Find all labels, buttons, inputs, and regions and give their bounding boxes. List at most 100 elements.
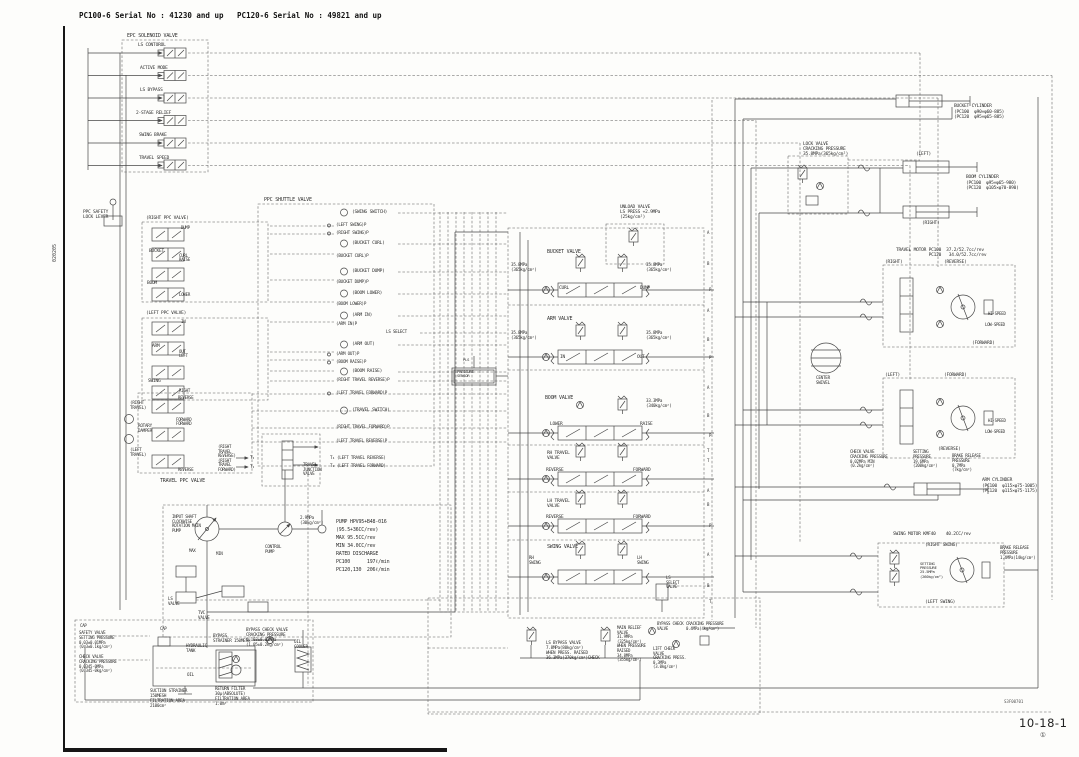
port-t6: T <box>707 459 709 463</box>
label-rotary-damper: ROTARY DAMPER <box>138 424 152 433</box>
hydraulic-schematic-page: PC100-6 Serial No : 41230 and up PC120-6… <box>0 0 1079 757</box>
label-safety-valve: SAFETY VALVE SETTING PRESSURE 0.03±0.01M… <box>79 631 114 650</box>
port-bucket-curl: (BUCKET CURL) <box>352 241 385 246</box>
port-boom-raise-p: (BOOM RAISE)P <box>336 360 366 365</box>
label-motor-brake-release: BRAKE RELEASE PRESSURE 0.7MPa (7kg/cm²) <box>952 454 981 473</box>
label-boom-cyl-right: (RIGHT) <box>922 221 940 226</box>
label-rh-swing: RH SWING <box>529 556 541 565</box>
label-lh-swing: LH SWING <box>637 556 649 565</box>
label-ls-bypass-valve: LS BYPASS VALVE 7.8MPa(80kg/cm²) WHEN PR… <box>546 640 599 660</box>
label-travel-speed-solenoid: TRAVEL SPEED <box>139 156 169 161</box>
dashed-pilot-lines <box>75 40 1052 714</box>
label-control-pump: CONTROL PUMP <box>265 545 281 554</box>
label-ppc-bucket: BUCKET <box>149 249 164 254</box>
label-arm-out: OUT <box>637 355 645 360</box>
label-main-relief-valve: MAIN RELIEF VALVE 31.9MPa (325kg/cm²) WH… <box>617 626 646 663</box>
port-arm-in-p: (ARM IN)P <box>336 322 357 327</box>
port-t5: T <box>707 449 709 453</box>
label-main-pump: INPUT SHAFT CLOCKWISE ROTATION MAIN PUMP <box>172 515 201 533</box>
label-ls-select-valve: LS SELECT VALVE <box>666 576 679 590</box>
label-swing-brake-solenoid: SWING BRAKE <box>139 133 167 138</box>
label-bypass-check-valve: BYPASS CHECK VALVE <box>657 622 684 631</box>
port-travel-switch: (TRAVEL SWITCH) <box>352 408 390 413</box>
label-left-ppc-valve: (LEFT PPC VALVE) <box>146 311 186 316</box>
label-pump-max: MAX <box>189 549 196 553</box>
port-a5: A <box>707 553 709 557</box>
label-travel-motor-right-reverse: (REVERSE) <box>944 260 967 265</box>
label-low-speed-left: LOW-SPEED <box>985 430 1005 434</box>
label-ppc-safety-lock-lever: PPC SAFETY LOCK LEVER <box>83 210 108 220</box>
port-arm-out: (ARM OUT) <box>352 342 375 347</box>
label-travel-junction-valve: TRAVEL JUNCTION VALVE <box>303 463 322 477</box>
label-rh-travel-reverse: REVERSE <box>546 468 564 473</box>
port-b2: B <box>707 338 709 342</box>
label-right-travel: (RIGHT TRAVEL) <box>130 401 146 410</box>
label-pressure-sensor: PRESSURE SENSOR <box>457 370 474 379</box>
label-right-travel-rev-fwd: (RIGHT TRAVEL REVERSE) (RIGHT TRAVEL FOR… <box>218 445 236 473</box>
label-bucket-relief-right: 35.8MPa (365kg/cm²) <box>646 263 672 272</box>
port-boom-raise: (BOOM RAISE) <box>352 369 382 374</box>
label-bypass-strainer: BYPASS STRAINER 150MESH <box>213 633 250 643</box>
label-travel-reverse-bottom: REVERSE <box>178 468 193 472</box>
label-rh-travel-forward: FORWARD <box>633 468 651 473</box>
port-right-travel-forward-p: (RIGHT TRAVEL FORWARD)P <box>336 425 389 430</box>
label-hi-speed-right: HI-SPEED <box>988 312 1006 316</box>
port-p1: P <box>709 288 711 292</box>
port-swing-switch: (SWING SWITCH) <box>352 210 387 215</box>
port-a4: A <box>707 489 709 493</box>
label-ppc-lower: LOWER <box>179 293 190 297</box>
label-left-travel: (LEFT TRAVEL) <box>130 448 146 457</box>
label-motor-check-valve: CHECK VALVE CRACKING PRESSURE 0.02MPa MI… <box>850 450 888 469</box>
label-ls-select: LS SELECT <box>386 330 407 335</box>
port-p2: P <box>709 356 711 360</box>
label-bucket-relief-left: 35.8MPa (365kg/cm²) <box>511 263 537 272</box>
label-ppc-dump: DUMP <box>181 226 190 230</box>
label-lh-travel-forward: FORWARD <box>633 515 651 520</box>
label-boom-valve: BOOM VALVE <box>545 396 573 402</box>
label-2stage-relief-solenoid: 2-STAGE RELIEF <box>136 111 171 116</box>
label-arm-in: IN <box>560 355 565 360</box>
label-lh-travel-reverse: REVERSE <box>546 515 564 520</box>
label-return-filter: RETURN FILTER 30μ(ABSOLUTE) FILTRATION A… <box>215 686 250 706</box>
port-t4-left-travel-reverse: T₄ (LEFT TRAVEL REVERSE) <box>330 456 386 461</box>
port-pls: PLS <box>463 358 469 362</box>
label-low-speed-right: LOW-SPEED <box>985 323 1005 327</box>
label-curl: CURL <box>559 286 569 291</box>
label-swing-valve: SWING VALVE <box>547 545 578 551</box>
port-p4: P <box>709 524 711 528</box>
label-dump: DUMP <box>640 286 650 291</box>
port-a2: A <box>707 309 709 313</box>
label-unload-valve: UNLOAD VALVE LS PRESS +2.9MPa (25kg/cm²) <box>620 205 660 220</box>
serial-number-note: PC100-6 Serial No : 41230 and up PC120-6… <box>79 11 382 20</box>
label-swing-setting-pressure: SETTING PRESSURE 25.5MPa (260kg/cm²) <box>920 562 943 579</box>
label-travel-motor-left-reverse: (REVERSE) <box>938 447 961 452</box>
port-t2: T₂ <box>250 465 254 469</box>
label-ls-bypass-solenoid: LS BYPASS <box>140 88 163 93</box>
label-ppc-boom: BOOM <box>147 281 157 286</box>
port-right-swing: (RIGHT SWING)P <box>336 231 369 236</box>
port-b3: B <box>707 414 709 418</box>
label-right-ppc-valve: (RIGHT PPC VALVE) <box>146 216 189 221</box>
label-cap-left: CAP <box>80 624 87 628</box>
label-arm-cylinder: ARM CYLINDER (PC100 φ115×φ75-1005) (PC12… <box>982 478 1037 495</box>
port-p3: P <box>709 434 711 438</box>
label-boom-cylinder: BOOM CYLINDER (PC100 φ95×φ65-980) (PC120… <box>966 175 1019 192</box>
label-boom-relief: 33.3MPa (340kg/cm²) <box>646 399 672 408</box>
label-travel-motor: TRAVEL MOTOR PC100 37.2/52.7cc/rev PC120… <box>896 248 986 258</box>
label-arm-valve: ARM VALVE <box>547 317 572 323</box>
label-ppc-curl-raise: CURL RAISE <box>179 254 190 263</box>
label-ls-control-solenoid: LS CONTOROL <box>138 43 166 48</box>
label-arm-relief-left: 35.8MPa (365kg/cm²) <box>511 331 537 340</box>
page-circle-index: ① <box>1040 731 1046 739</box>
label-cap-tank: CAP <box>160 627 167 631</box>
label-ppc-arm: ARM <box>152 344 160 349</box>
port-bucket-dump-p: (BUCKET DUMP)P <box>336 280 369 285</box>
label-center-swivel: CENTER SWIVEL <box>816 376 830 385</box>
port-right-travel-reverse-p: (RIGHT TRAVEL REVERSE)P <box>336 378 389 383</box>
port-boom-lower-p: (BOOM LOWER)P <box>336 302 366 307</box>
label-tank-check-valve: CHECK VALVE CRACKING PRESSURE 0.0345-0MP… <box>79 655 117 674</box>
label-epc-solenoid-valve: EPC SOLENOID VALVE <box>127 34 178 40</box>
label-travel-motor-right: (RIGHT) <box>885 260 903 265</box>
label-ppc-shuttle-valve: PPC SHUTTLE VALVE <box>264 198 312 204</box>
port-arm-out-p: (ARM OUT)P <box>336 352 359 357</box>
